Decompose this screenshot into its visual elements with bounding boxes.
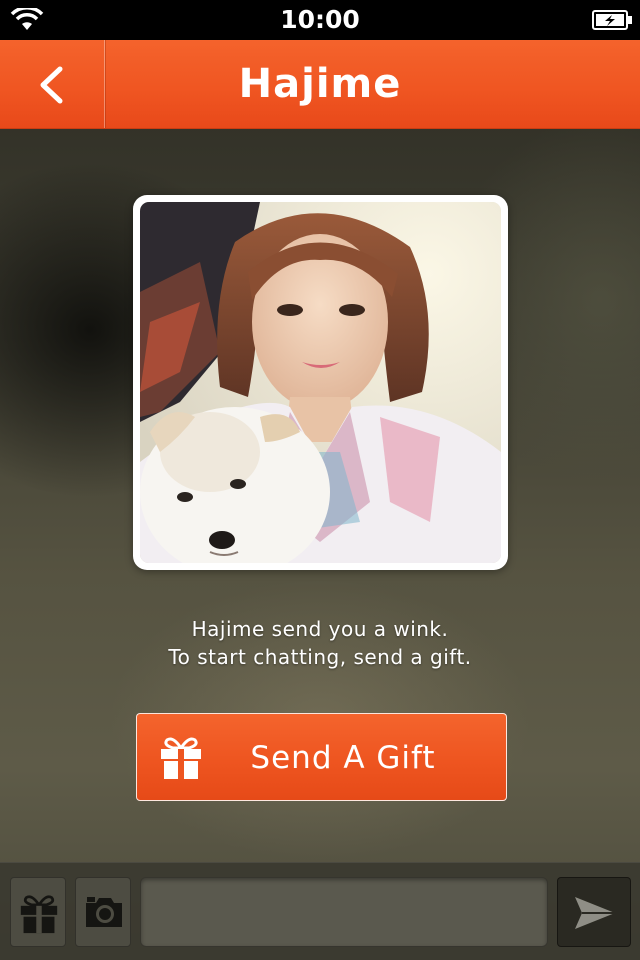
chat-input-toolbar xyxy=(0,862,640,960)
camera-tool-button[interactable] xyxy=(75,877,131,947)
wink-message-line-2: To start chatting, send a gift. xyxy=(168,645,472,669)
wink-message: Hajime send you a wink. To start chattin… xyxy=(0,615,640,671)
camera-icon xyxy=(86,897,122,927)
battery-charging-icon xyxy=(592,10,634,34)
chevron-left-icon xyxy=(36,66,66,108)
send-gift-label: Send A Gift xyxy=(250,740,436,776)
gift-icon xyxy=(159,736,203,784)
status-bar: 10:00 xyxy=(0,0,640,40)
wink-message-line-1: Hajime send you a wink. xyxy=(191,617,449,641)
send-message-button[interactable] xyxy=(557,877,631,947)
profile-photo-icon[interactable] xyxy=(140,202,501,563)
nav-bar: Hajime xyxy=(0,40,640,129)
gift-icon xyxy=(20,895,58,934)
send-gift-button[interactable]: Send A Gift xyxy=(136,713,507,801)
chat-screen: 10:00 Hajime Hajime send you a wink. To … xyxy=(0,0,640,960)
gift-tool-button[interactable] xyxy=(10,877,66,947)
profile-photo-frame xyxy=(133,195,508,570)
send-arrow-icon xyxy=(575,897,615,929)
page-title: Hajime xyxy=(238,61,402,107)
message-input[interactable] xyxy=(140,877,548,947)
status-time: 10:00 xyxy=(280,5,360,34)
back-button[interactable] xyxy=(0,40,105,128)
